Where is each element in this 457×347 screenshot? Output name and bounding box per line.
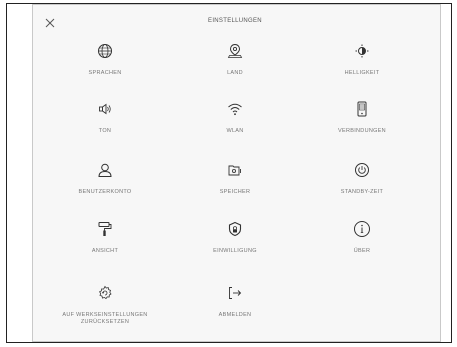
location-pin-icon xyxy=(226,42,244,60)
close-button[interactable] xyxy=(44,17,56,29)
tile-label: ÜBER xyxy=(353,248,371,254)
tile-label: SPEICHER xyxy=(219,189,251,195)
factory-reset-icon xyxy=(96,284,114,302)
speaker-icon xyxy=(96,100,114,118)
tile-einwilligung[interactable]: EINWILLIGUNG xyxy=(175,220,295,270)
tile-label: WLAN xyxy=(226,128,244,134)
tile-abmelden[interactable]: ABMELDEN xyxy=(175,284,295,334)
tile-land[interactable]: LAND xyxy=(175,42,295,92)
tile-standby-zeit[interactable]: STANDBY-ZEIT xyxy=(302,161,422,211)
tile-label: LAND xyxy=(227,70,243,76)
tile-wlan[interactable]: WLAN xyxy=(175,100,295,150)
brightness-icon xyxy=(353,42,371,60)
close-icon xyxy=(45,18,55,28)
tile-label: ANSICHT xyxy=(91,248,119,254)
info-icon xyxy=(353,220,371,238)
user-icon xyxy=(96,161,114,179)
tile-label: VERBINDUNGEN xyxy=(338,128,386,134)
settings-grid: SPRACHEN LAND HELLIGKEIT TON WLAN VERBIN… xyxy=(40,40,440,340)
wifi-icon xyxy=(226,100,244,118)
tile-label: STANDBY-ZEIT xyxy=(340,189,384,195)
tile-ansicht[interactable]: ANSICHT xyxy=(45,220,165,270)
globe-icon xyxy=(96,42,114,60)
tile-benutzerkonto[interactable]: BENUTZERKONTO xyxy=(45,161,165,211)
tile-speicher[interactable]: SPEICHER xyxy=(175,161,295,211)
power-icon xyxy=(353,161,371,179)
tile-sprachen[interactable]: SPRACHEN xyxy=(45,42,165,92)
tile-label: AUF WERKSEINSTELLUNGEN ZURÜCKSETZEN xyxy=(62,312,148,325)
tile-verbindungen[interactable]: VERBINDUNGEN xyxy=(302,100,422,150)
tile-label: BENUTZERKONTO xyxy=(78,189,132,195)
phone-connect-icon xyxy=(353,100,371,118)
tile-ton[interactable]: TON xyxy=(45,100,165,150)
tile-label: SPRACHEN xyxy=(88,70,122,76)
logout-icon xyxy=(226,284,244,302)
tile-werkseinstellungen[interactable]: AUF WERKSEINSTELLUNGEN ZURÜCKSETZEN xyxy=(45,284,165,334)
shield-icon xyxy=(226,220,244,238)
tile-ueber[interactable]: ÜBER xyxy=(302,220,422,270)
storage-icon xyxy=(226,161,244,179)
tile-label: ABMELDEN xyxy=(218,312,252,318)
tile-label: HELLIGKEIT xyxy=(344,70,380,76)
tile-label: TON xyxy=(98,128,112,134)
tile-helligkeit[interactable]: HELLIGKEIT xyxy=(302,42,422,92)
page-title: EINSTELLUNGEN xyxy=(208,18,262,24)
paint-roller-icon xyxy=(96,220,114,238)
tile-label: EINWILLIGUNG xyxy=(213,248,257,254)
